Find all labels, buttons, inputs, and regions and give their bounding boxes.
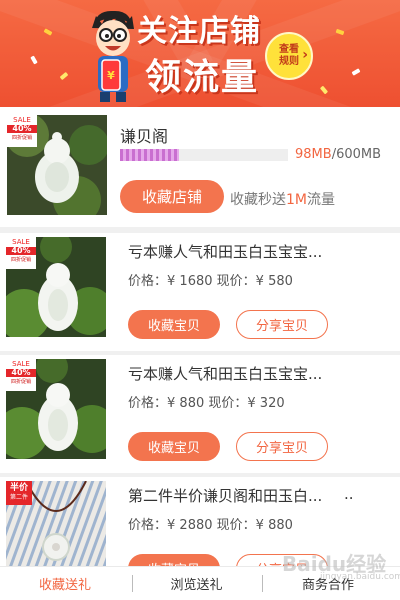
follow-note-highlight: 1M bbox=[286, 192, 307, 208]
original-price: ¥ 880 bbox=[167, 396, 205, 411]
confetti bbox=[351, 68, 361, 76]
nav-item-favorite-gift[interactable]: 收藏送礼 bbox=[0, 567, 130, 600]
view-rules-button[interactable]: 查看 规则 › bbox=[265, 32, 313, 80]
original-price: ¥ 2880 bbox=[167, 518, 213, 533]
watermark-url: jingyan.baidu.com bbox=[320, 572, 400, 582]
shop-name: 谦贝阁 bbox=[120, 127, 169, 146]
half-price-badge-bottom: 第二件 bbox=[9, 494, 28, 501]
favorite-item-button[interactable]: 收藏宝贝 bbox=[128, 432, 220, 461]
product-card: SALE 40% 四折促销 亏本赚人气和田玉白玉宝宝... 价格：¥ 880 现… bbox=[0, 355, 400, 473]
current-price-label: 现价： bbox=[208, 396, 248, 411]
follow-shop-button[interactable]: 收藏店铺 bbox=[120, 180, 224, 213]
share-item-button[interactable]: 分享宝贝 bbox=[236, 310, 328, 339]
sale-badge: SALE 40% 四折促销 bbox=[6, 237, 36, 269]
product-price: 价格：¥ 2880 现价：¥ 880 bbox=[128, 514, 293, 533]
storage-progress-bar bbox=[120, 149, 288, 161]
sale-badge-bottom: 四折促销 bbox=[10, 257, 31, 263]
product-title[interactable]: 亏本赚人气和田玉白玉宝宝... bbox=[128, 241, 322, 262]
follow-note-suffix: 流量 bbox=[307, 192, 335, 208]
phone-yen-symbol: ¥ bbox=[107, 69, 115, 82]
product-price: 价格：¥ 880 现价：¥ 320 bbox=[128, 392, 285, 411]
current-price-label: 现价： bbox=[216, 518, 256, 533]
confetti bbox=[30, 55, 38, 65]
rules-label-line2: 规则 bbox=[279, 56, 299, 67]
sale-badge: SALE 40% 四折促销 bbox=[7, 115, 37, 147]
current-price: ¥ 320 bbox=[247, 396, 285, 411]
confetti bbox=[319, 85, 329, 95]
follow-reward-note: 收藏秒送1M流量 bbox=[230, 189, 335, 209]
shop-card: SALE 40% 四折促销 谦贝阁 98MB/600MB 收藏店铺 收藏秒送1M… bbox=[0, 107, 400, 227]
chevron-right-icon: › bbox=[302, 47, 308, 63]
favorite-item-button[interactable]: 收藏宝贝 bbox=[128, 310, 220, 339]
nav-item-browse-gift[interactable]: 浏览送礼 bbox=[133, 567, 260, 600]
follow-note-prefix: 收藏秒送 bbox=[230, 192, 286, 208]
rules-label-line1: 查看 bbox=[279, 44, 299, 55]
confetti bbox=[59, 71, 69, 81]
price-label: 价格： bbox=[128, 274, 168, 289]
product-thumbnail[interactable]: SALE 40% 四折促销 bbox=[6, 359, 106, 459]
current-price: ¥ 880 bbox=[255, 518, 293, 533]
promo-banner[interactable]: ¥ 关注店铺 领流量 查看 规则 › bbox=[0, 0, 400, 107]
shop-thumbnail[interactable]: SALE 40% 四折促销 bbox=[7, 115, 107, 215]
sale-badge-percent: 40% bbox=[6, 247, 36, 255]
storage-used: 98MB bbox=[295, 147, 332, 162]
storage-total: 600MB bbox=[336, 147, 382, 162]
half-price-badge-top: 半价 bbox=[9, 483, 28, 493]
sale-badge-top: SALE bbox=[13, 116, 31, 124]
banner-subheadline: 领流量 bbox=[145, 57, 260, 98]
original-price: ¥ 1680 bbox=[167, 274, 213, 289]
current-price-label: 现价： bbox=[216, 274, 256, 289]
storage-readout: 98MB/600MB bbox=[295, 147, 381, 162]
product-price: 价格：¥ 1680 现价：¥ 580 bbox=[128, 270, 293, 289]
sale-badge-percent: 40% bbox=[6, 369, 36, 377]
product-thumbnail[interactable]: SALE 40% 四折促销 bbox=[6, 237, 106, 337]
sale-badge-top: SALE bbox=[12, 238, 30, 246]
share-item-button[interactable]: 分享宝贝 bbox=[236, 432, 328, 461]
banner-headline: 关注店铺 bbox=[137, 14, 261, 49]
price-label: 价格： bbox=[128, 396, 168, 411]
sale-badge: SALE 40% 四折促销 bbox=[6, 359, 36, 391]
current-price: ¥ 580 bbox=[255, 274, 293, 289]
sale-badge-bottom: 四折促销 bbox=[10, 379, 31, 385]
storage-progress-fill bbox=[120, 149, 179, 161]
sale-badge-bottom: 四折促销 bbox=[11, 135, 32, 141]
product-card: SALE 40% 四折促销 亏本赚人气和田玉白玉宝宝... 价格：¥ 1680 … bbox=[0, 233, 400, 351]
product-title[interactable]: 亏本赚人气和田玉白玉宝宝... bbox=[128, 363, 322, 384]
sale-badge-top: SALE bbox=[12, 360, 30, 368]
price-label: 价格： bbox=[128, 518, 168, 533]
half-price-badge: 半价 第二件 bbox=[6, 481, 32, 505]
product-title[interactable]: 第二件半价谦贝阁和田玉白... bbox=[128, 485, 322, 506]
title-ellipsis: .. bbox=[344, 485, 354, 503]
page: ¥ 关注店铺 领流量 查看 规则 › SALE 40% 四折促销 谦贝阁 98M… bbox=[0, 0, 400, 600]
sale-badge-percent: 40% bbox=[7, 125, 37, 133]
mascot-illustration: ¥ bbox=[92, 10, 134, 102]
